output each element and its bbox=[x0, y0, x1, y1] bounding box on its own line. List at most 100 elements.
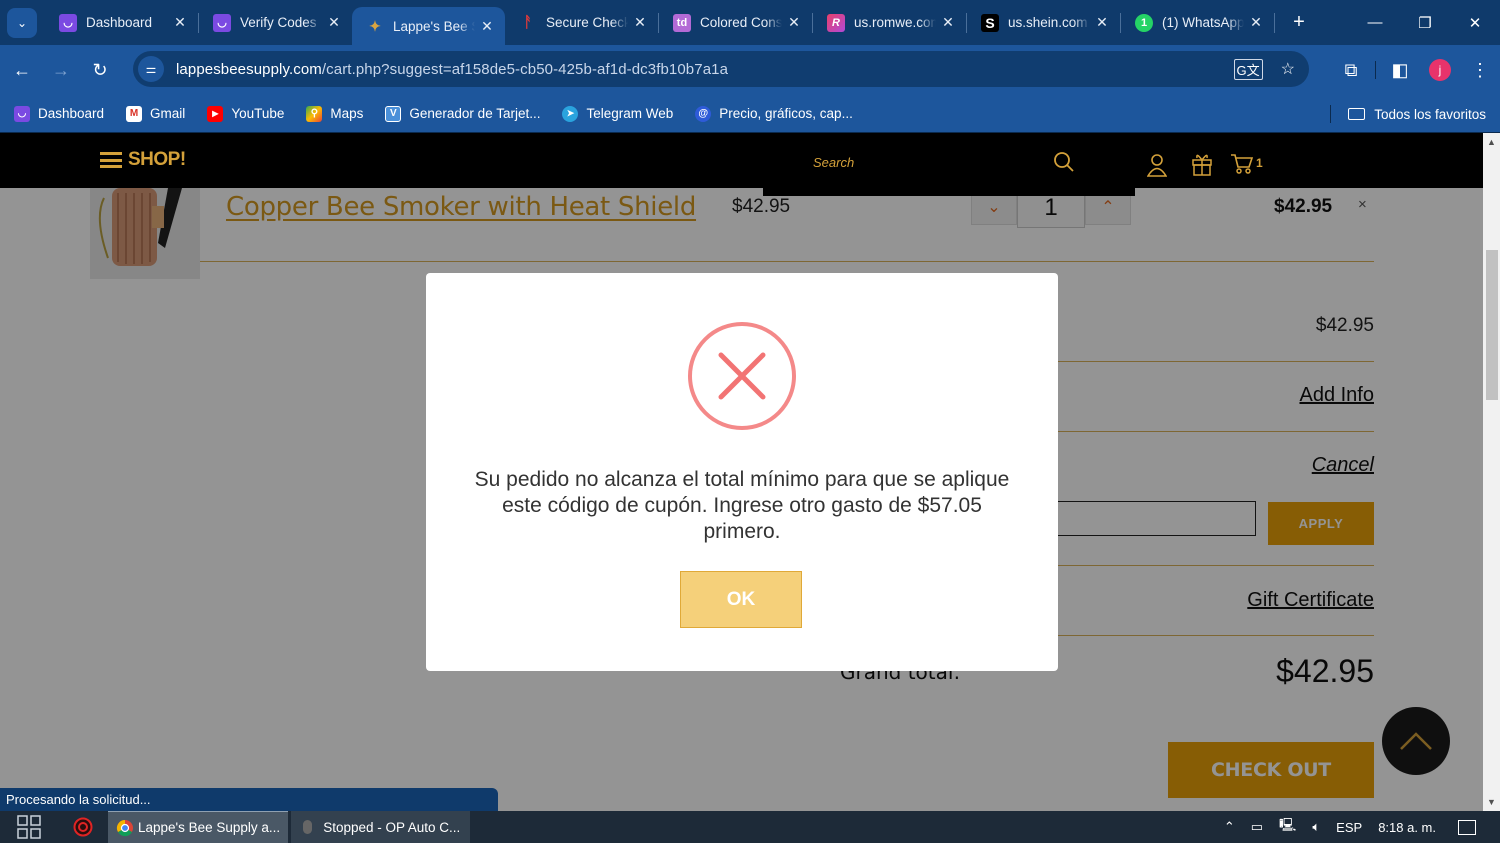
coinmarketcap-icon: @ bbox=[695, 105, 712, 122]
tab-title: Lappe's Bee Supply bbox=[393, 18, 475, 34]
language-indicator[interactable]: ESP bbox=[1336, 820, 1362, 835]
ok-button[interactable]: OK bbox=[680, 571, 802, 628]
menu-kebab-icon[interactable]: ⋮ bbox=[1460, 60, 1500, 81]
scroll-down-arrow-icon[interactable]: ▼ bbox=[1487, 797, 1496, 807]
bookmark-generador[interactable]: V Generador de Tarjet... bbox=[385, 105, 541, 122]
taskbar-app-label: Stopped - OP Auto C... bbox=[323, 819, 461, 835]
bookmark-dashboard[interactable]: ◡ Dashboard bbox=[14, 105, 105, 122]
tab-dashboard[interactable]: ◡ Dashboard ✕ bbox=[45, 0, 198, 45]
error-x-icon bbox=[688, 322, 796, 430]
arrow-left-icon: ← bbox=[13, 59, 31, 80]
scroll-up-arrow-icon[interactable]: ▲ bbox=[1487, 137, 1496, 147]
romwe-favicon-icon: R bbox=[827, 13, 845, 32]
tab-separator bbox=[1274, 12, 1275, 33]
tab-close-icon[interactable]: ✕ bbox=[632, 14, 648, 31]
tab-strip: ⌄ ◡ Dashboard ✕ ◡ Verify Codes ✕ ✦ Lappe… bbox=[0, 0, 1500, 45]
bookmark-youtube[interactable]: ▶ YouTube bbox=[207, 105, 284, 122]
notifications-icon[interactable] bbox=[1458, 819, 1476, 835]
all-bookmarks-button[interactable]: Todos los favoritos bbox=[1348, 95, 1486, 133]
task-view-icon[interactable] bbox=[17, 815, 41, 839]
system-tray: ⌃ ▭ 🖳 🔈︎ ESP 8:18 a. m. bbox=[1224, 811, 1500, 843]
hamburger-icon bbox=[100, 152, 122, 168]
page-scrollbar[interactable]: ▲ ▼ bbox=[1483, 133, 1500, 811]
shop-menu-button[interactable]: SHOP! bbox=[100, 149, 186, 171]
tab-close-icon[interactable]: ✕ bbox=[786, 14, 802, 31]
search-input[interactable]: Search bbox=[813, 155, 854, 170]
bookmark-label: Dashboard bbox=[38, 106, 105, 121]
tab-whatsapp[interactable]: 1 (1) WhatsApp ✕ bbox=[1121, 0, 1274, 45]
tab-close-icon[interactable]: ✕ bbox=[940, 14, 956, 31]
url-text[interactable]: lappesbeesupply.com/cart.php?suggest=af1… bbox=[176, 61, 728, 78]
bookmark-label: Gmail bbox=[150, 106, 186, 121]
cart-icon[interactable] bbox=[1230, 153, 1254, 175]
app-red-gear-icon[interactable] bbox=[73, 817, 93, 837]
tab-verify-codes[interactable]: ◡ Verify Codes ✕ bbox=[199, 0, 352, 45]
tab-close-icon[interactable]: ✕ bbox=[1094, 14, 1110, 31]
browser-toolbar: ← → ↻ ⚌ lappesbeesupply.com/cart.php?sug… bbox=[0, 45, 1500, 95]
tab-lappes-bee-supply[interactable]: ✦ Lappe's Bee Supply ✕ bbox=[352, 7, 505, 45]
tab-close-icon[interactable]: ✕ bbox=[479, 18, 495, 35]
tab-colored-console[interactable]: td Colored Console ✕ bbox=[659, 0, 812, 45]
bookmark-label: Generador de Tarjet... bbox=[409, 106, 541, 121]
clock[interactable]: 8:18 a. m. bbox=[1378, 820, 1436, 835]
scrollbar-thumb[interactable] bbox=[1486, 250, 1498, 400]
taskbar-app-chrome[interactable]: Lappe's Bee Supply a... bbox=[108, 811, 289, 843]
reload-icon: ↻ bbox=[92, 59, 108, 80]
tab-close-icon[interactable]: ✕ bbox=[172, 14, 188, 31]
browser-status-bubble: Procesando la solicitud... bbox=[0, 788, 498, 811]
forward-button[interactable]: → bbox=[44, 53, 78, 87]
back-button[interactable]: ← bbox=[5, 53, 39, 87]
restore-button[interactable]: ❐ bbox=[1400, 0, 1450, 45]
windows-taskbar: Lappe's Bee Supply a... Stopped - OP Aut… bbox=[0, 811, 1500, 843]
tab-secure-checkout[interactable]: ᚨ Secure Checkout ✕ bbox=[505, 0, 658, 45]
bookmark-label: Maps bbox=[330, 106, 364, 121]
minimize-icon: — bbox=[1367, 14, 1383, 31]
extensions-icon[interactable]: ⧉ bbox=[1331, 60, 1371, 81]
taskbar-app-label: Lappe's Bee Supply a... bbox=[138, 820, 281, 835]
minimize-button[interactable]: — bbox=[1350, 0, 1400, 45]
address-bar[interactable]: ⚌ lappesbeesupply.com/cart.php?suggest=a… bbox=[133, 51, 1309, 87]
new-tab-button[interactable]: + bbox=[1287, 11, 1311, 34]
bookmark-telegram[interactable]: ➤ Telegram Web bbox=[562, 105, 673, 122]
close-window-button[interactable]: ✕ bbox=[1450, 0, 1500, 45]
tab-shein[interactable]: S us.shein.com ✕ bbox=[967, 0, 1120, 45]
tab-title: us.romwe.com bbox=[854, 15, 936, 30]
bookmarks-divider bbox=[1330, 105, 1331, 123]
network-icon[interactable]: 🖳 bbox=[1279, 816, 1296, 838]
user-account-icon[interactable] bbox=[1147, 153, 1167, 177]
show-hidden-icons-icon[interactable]: ⌃ bbox=[1224, 819, 1235, 835]
bookmark-precio[interactable]: @ Precio, gráficos, cap... bbox=[695, 105, 853, 122]
bookmark-star-icon[interactable]: ☆ bbox=[1281, 59, 1295, 79]
translate-icon[interactable]: G文 bbox=[1233, 58, 1263, 80]
tab-close-icon[interactable]: ✕ bbox=[1248, 14, 1264, 31]
secure-check-favicon-icon: ᚨ bbox=[523, 14, 533, 31]
site-info-icon[interactable]: ⚌ bbox=[138, 56, 164, 82]
tab-romwe[interactable]: R us.romwe.com ✕ bbox=[813, 0, 966, 45]
profile-avatar[interactable]: j bbox=[1429, 59, 1451, 81]
url-path: /cart.php?suggest=af158de5-cb50-425b-af1… bbox=[321, 60, 729, 78]
tab-search-button[interactable]: ⌄ bbox=[7, 7, 37, 38]
url-host: lappesbeesupply.com bbox=[176, 60, 322, 78]
error-dialog: Su pedido no alcanza el total mínimo par… bbox=[426, 273, 1058, 671]
site-header: SHOP! Search 1 bbox=[0, 133, 1483, 188]
generador-icon: V bbox=[385, 105, 402, 122]
battery-icon[interactable]: ▭ bbox=[1251, 819, 1263, 835]
side-panel-icon[interactable]: ◧ bbox=[1380, 60, 1420, 81]
dashboard-icon: ◡ bbox=[14, 105, 30, 122]
tab-title: Secure Checkout bbox=[546, 15, 628, 30]
search-icon[interactable] bbox=[1053, 151, 1075, 173]
tab-title: us.shein.com bbox=[1008, 15, 1088, 30]
gift-icon[interactable] bbox=[1191, 152, 1213, 176]
bookmark-maps[interactable]: ⚲ Maps bbox=[306, 105, 364, 122]
volume-icon[interactable]: 🔈︎ bbox=[1312, 819, 1320, 835]
taskbar-app-op-auto-clicker[interactable]: Stopped - OP Auto C... bbox=[291, 811, 471, 843]
gmail-icon: M bbox=[126, 105, 143, 122]
tab-title: Colored Console bbox=[700, 15, 782, 30]
search-dropdown-edge bbox=[763, 188, 1135, 196]
telegram-icon: ➤ bbox=[562, 105, 579, 122]
all-bookmarks-label: Todos los favoritos bbox=[1374, 106, 1486, 122]
tab-close-icon[interactable]: ✕ bbox=[326, 14, 342, 31]
reload-button[interactable]: ↻ bbox=[83, 53, 117, 87]
dashboard-favicon-icon: ◡ bbox=[59, 13, 77, 32]
bookmark-gmail[interactable]: M Gmail bbox=[126, 105, 186, 122]
